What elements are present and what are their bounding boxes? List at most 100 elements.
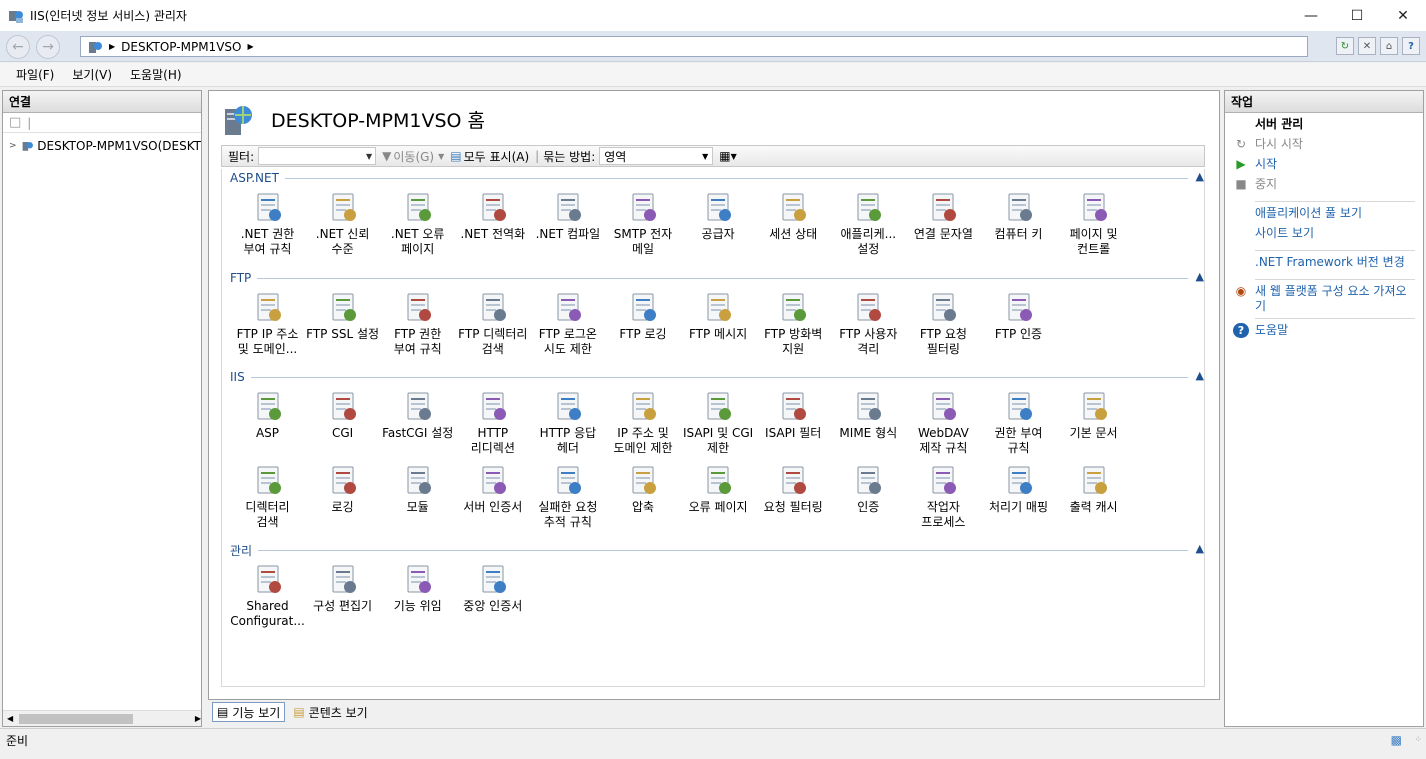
- feature-tile[interactable]: 기능 위임: [380, 563, 455, 614]
- collapse-icon[interactable]: ▲: [1196, 270, 1204, 283]
- feature-tile[interactable]: Shared Configurat...: [230, 563, 305, 629]
- feature-tile[interactable]: CGI: [305, 390, 380, 441]
- feature-tile[interactable]: 요청 필터링: [756, 464, 831, 515]
- go-button[interactable]: 이동(G): [393, 148, 434, 165]
- feature-tile[interactable]: HTTP 리디렉션: [455, 390, 530, 456]
- feature-tile[interactable]: FTP 인증: [981, 291, 1056, 342]
- feature-tile[interactable]: 출력 캐시: [1056, 464, 1131, 515]
- tab-content-view[interactable]: ▤ 콘텐츠 보기: [289, 702, 371, 722]
- dropdown-arrow-icon[interactable]: ▼: [366, 152, 372, 161]
- feature-tile[interactable]: 페이지 및 컨트롤: [1056, 191, 1131, 257]
- tree-node-label[interactable]: DESKTOP-MPM1VSO(DESKT: [37, 139, 201, 153]
- feature-tile[interactable]: .NET 권한 부여 규칙: [230, 191, 305, 257]
- dropdown-arrow-icon[interactable]: ▼: [731, 152, 737, 161]
- feature-tile[interactable]: FTP 사용자 격리: [831, 291, 906, 357]
- collapse-icon[interactable]: ▲: [1196, 542, 1204, 555]
- scroll-left-icon[interactable]: ◀: [7, 714, 13, 723]
- feature-tile[interactable]: FTP 로그온 시도 제한: [530, 291, 605, 357]
- feature-tile[interactable]: .NET 신뢰 수준: [305, 191, 380, 257]
- feature-tile[interactable]: 공급자: [681, 191, 756, 242]
- feature-tile[interactable]: FTP 디렉터리 검색: [455, 291, 530, 357]
- feature-tile[interactable]: FTP IP 주소 및 도메인...: [230, 291, 305, 357]
- feature-tile[interactable]: FTP 메시지: [681, 291, 756, 342]
- tree-node-server[interactable]: > DESKTOP-MPM1VSO(DESKT: [3, 137, 201, 155]
- action-get-components[interactable]: ◉ 새 웹 플랫폼 구성 요소 가져오기: [1233, 284, 1415, 314]
- stop-icon[interactable]: ✕: [1358, 37, 1376, 55]
- filter-funnel-icon[interactable]: ▼: [382, 149, 391, 163]
- feature-tile[interactable]: 로깅: [305, 464, 380, 515]
- action-start[interactable]: ▶ 시작: [1233, 157, 1415, 177]
- feature-tile[interactable]: 오류 페이지: [681, 464, 756, 515]
- feature-tile[interactable]: 처리기 매핑: [981, 464, 1056, 515]
- resize-grip-icon[interactable]: ⁘: [1414, 735, 1422, 745]
- maximize-button[interactable]: ☐: [1334, 0, 1380, 31]
- group-header[interactable]: IIS ▲: [230, 368, 1204, 386]
- help-label[interactable]: 도움말: [1255, 323, 1288, 338]
- show-all-icon[interactable]: ▤: [450, 149, 461, 163]
- scroll-right-icon[interactable]: ▶: [195, 714, 201, 723]
- expand-arrow-icon[interactable]: >: [9, 141, 17, 151]
- feature-tile[interactable]: 연결 문자열: [906, 191, 981, 242]
- view-sites-label[interactable]: 사이트 보기: [1255, 226, 1314, 241]
- menu-file[interactable]: 파일(F): [16, 66, 54, 83]
- feature-tile[interactable]: 기본 문서: [1056, 390, 1131, 441]
- group-header[interactable]: 관리 ▲: [230, 541, 1204, 559]
- feature-tile[interactable]: 디렉터리 검색: [230, 464, 305, 530]
- feature-tile[interactable]: 인증: [831, 464, 906, 515]
- feature-tile[interactable]: FTP 요청 필터링: [906, 291, 981, 357]
- feature-tile[interactable]: HTTP 응답 헤더: [530, 390, 605, 456]
- feature-tile[interactable]: ISAPI 필터: [756, 390, 831, 441]
- horizontal-scrollbar[interactable]: ◀ ▶: [3, 710, 201, 726]
- feature-tile[interactable]: MIME 형식: [831, 390, 906, 441]
- breadcrumb-arrow-icon[interactable]: ▶: [247, 42, 253, 51]
- action-help[interactable]: ? 도움말: [1233, 323, 1415, 343]
- new-connection-icon[interactable]: □: [9, 115, 21, 130]
- back-button[interactable]: ←: [6, 35, 30, 59]
- get-components-label[interactable]: 새 웹 플랫폼 구성 요소 가져오기: [1255, 284, 1415, 314]
- feature-tile[interactable]: 구성 편집기: [305, 563, 380, 614]
- close-button[interactable]: ✕: [1380, 0, 1426, 31]
- feature-tile[interactable]: SMTP 전자 메일: [606, 191, 681, 257]
- feature-tile[interactable]: ISAPI 및 CGI 제한: [681, 390, 756, 456]
- group-by-select[interactable]: 영역 ▼: [599, 147, 714, 165]
- feature-tile[interactable]: FTP 권한 부여 규칙: [380, 291, 455, 357]
- feature-tile[interactable]: .NET 전역화: [455, 191, 530, 242]
- feature-tile[interactable]: FTP SSL 설정: [305, 291, 380, 342]
- feature-tile[interactable]: 작업자 프로세스: [906, 464, 981, 530]
- feature-tile[interactable]: FTP 로깅: [606, 291, 681, 342]
- tab-features-view[interactable]: ▤ 기능 보기: [212, 702, 286, 722]
- feature-tile[interactable]: IP 주소 및 도메인 제한: [606, 390, 681, 456]
- feature-tile[interactable]: 권한 부여 규칙: [981, 390, 1056, 456]
- feature-tile[interactable]: 압축: [606, 464, 681, 515]
- action-view-app-pools[interactable]: 애플리케이션 풀 보기: [1233, 206, 1415, 226]
- feature-tile[interactable]: FTP 방화벽 지원: [756, 291, 831, 357]
- help-icon[interactable]: ?: [1402, 37, 1420, 55]
- action-view-sites[interactable]: 사이트 보기: [1233, 226, 1415, 246]
- feature-tile[interactable]: ASP: [230, 390, 305, 441]
- filter-input[interactable]: ▼: [258, 147, 377, 165]
- feature-tile[interactable]: 실패한 요청 추적 규칙: [530, 464, 605, 530]
- address-box[interactable]: ▶ DESKTOP-MPM1VSO ▶: [80, 36, 1308, 57]
- group-header[interactable]: FTP ▲: [230, 269, 1204, 287]
- action-net-framework[interactable]: .NET Framework 버전 변경: [1233, 255, 1415, 275]
- feature-tile[interactable]: .NET 컴파일: [530, 191, 605, 242]
- scrollbar-thumb[interactable]: [19, 713, 133, 724]
- collapse-icon[interactable]: ▲: [1196, 170, 1204, 183]
- view-app-pools-label[interactable]: 애플리케이션 풀 보기: [1255, 206, 1362, 221]
- menu-help[interactable]: 도움말(H): [130, 66, 182, 83]
- start-label[interactable]: 시작: [1255, 157, 1277, 172]
- breadcrumb[interactable]: DESKTOP-MPM1VSO: [121, 40, 241, 54]
- minimize-button[interactable]: —: [1288, 0, 1334, 31]
- breadcrumb-arrow-icon[interactable]: ▶: [109, 42, 115, 51]
- dropdown-arrow-icon[interactable]: ▼: [438, 152, 444, 161]
- forward-button[interactable]: →: [36, 35, 60, 59]
- show-all-button[interactable]: 모두 표시(A): [464, 148, 530, 165]
- feature-tile[interactable]: 서버 인증서: [455, 464, 530, 515]
- feature-tile[interactable]: WebDAV 제작 규칙: [906, 390, 981, 456]
- feature-tile[interactable]: .NET 오류 페이지: [380, 191, 455, 257]
- home-icon[interactable]: ⌂: [1380, 37, 1398, 55]
- feature-tile[interactable]: 중앙 인증서: [455, 563, 530, 614]
- feature-tile[interactable]: 컴퓨터 키: [981, 191, 1056, 242]
- net-framework-label[interactable]: .NET Framework 버전 변경: [1255, 255, 1405, 270]
- dropdown-arrow-icon[interactable]: ▼: [702, 152, 708, 161]
